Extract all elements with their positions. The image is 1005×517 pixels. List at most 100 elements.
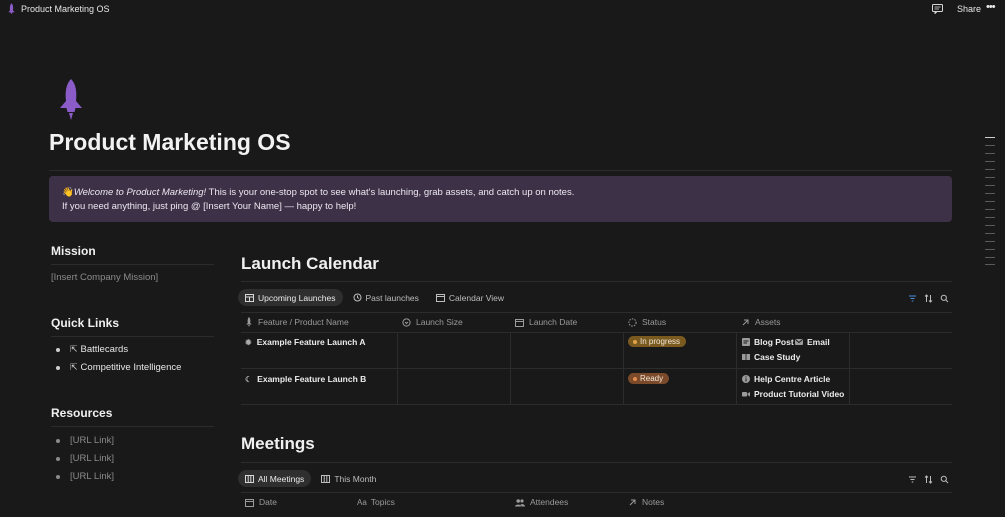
column-divider bbox=[397, 332, 398, 404]
column-label: Launch Size bbox=[416, 317, 463, 327]
search-icon[interactable] bbox=[940, 294, 949, 303]
column-header-launch-date[interactable]: Launch Date bbox=[515, 317, 577, 327]
tab-calendar-view[interactable]: Calendar View bbox=[429, 289, 511, 306]
asset-link[interactable]: Case Study bbox=[742, 352, 800, 362]
resource-link[interactable]: [URL Link] bbox=[56, 453, 114, 464]
row-name: Example Feature Launch B bbox=[257, 374, 367, 384]
asset-label: Case Study bbox=[754, 352, 801, 362]
rocket-icon[interactable] bbox=[57, 79, 85, 121]
quick-link-label: Battlecards bbox=[80, 344, 129, 355]
outline-scroll-rail[interactable] bbox=[985, 136, 995, 266]
table-rule bbox=[241, 312, 952, 313]
quick-link-competitive-intelligence[interactable]: ⇱ Competitive Intelligence bbox=[56, 362, 181, 373]
resource-link[interactable]: [URL Link] bbox=[56, 471, 114, 482]
moon-icon: ☾ bbox=[245, 374, 253, 384]
bullet bbox=[56, 474, 60, 479]
divider bbox=[241, 462, 952, 463]
quick-links-heading: Quick Links bbox=[51, 316, 120, 330]
more-options-button[interactable]: ••• bbox=[986, 1, 996, 13]
meetings-heading[interactable]: Meetings bbox=[241, 434, 315, 454]
bullet bbox=[56, 347, 60, 352]
page-title[interactable]: Product Marketing OS bbox=[49, 129, 291, 156]
document-icon bbox=[742, 338, 750, 346]
status-label: In progress bbox=[640, 337, 681, 346]
launch-toolbar bbox=[908, 294, 949, 303]
calendar-icon bbox=[515, 318, 524, 327]
divider bbox=[51, 264, 214, 265]
bullet bbox=[56, 365, 60, 370]
resource-link-label: [URL Link] bbox=[70, 453, 114, 464]
table-row[interactable]: ☾ Example Feature Launch B bbox=[245, 374, 366, 384]
filter-icon[interactable] bbox=[908, 475, 917, 484]
asset-label: Help Centre Article bbox=[754, 374, 831, 384]
meetings-toolbar bbox=[908, 475, 949, 484]
tab-past-launches[interactable]: Past launches bbox=[346, 289, 426, 306]
table-row[interactable]: ✹ Example Feature Launch A bbox=[245, 337, 366, 347]
asset-link[interactable]: Email bbox=[795, 337, 830, 347]
tab-this-month[interactable]: This Month bbox=[314, 470, 383, 487]
quick-link-label: Competitive Intelligence bbox=[80, 362, 182, 373]
sort-icon[interactable] bbox=[924, 294, 933, 303]
column-header-status[interactable]: Status bbox=[628, 317, 666, 327]
status-badge[interactable]: In progress bbox=[628, 336, 687, 347]
asset-link[interactable]: Help Centre Article bbox=[742, 374, 830, 384]
column-header-name[interactable]: Feature / Product Name bbox=[245, 317, 349, 327]
mission-text[interactable]: [Insert Company Mission] bbox=[51, 272, 158, 283]
calendar-icon bbox=[245, 498, 254, 507]
page-link-icon: ⇱ bbox=[70, 344, 78, 354]
table-rule bbox=[241, 404, 952, 405]
filter-icon[interactable] bbox=[908, 294, 917, 303]
column-header-topics[interactable]: Aa Topics bbox=[357, 497, 395, 507]
column-header-assets[interactable]: Assets bbox=[741, 317, 781, 327]
status-label: Ready bbox=[640, 374, 664, 383]
tab-label: Past launches bbox=[365, 292, 419, 303]
resource-link[interactable]: [URL Link] bbox=[56, 435, 114, 446]
column-header-date[interactable]: Date bbox=[245, 497, 277, 507]
select-icon bbox=[402, 317, 411, 327]
share-button[interactable]: Share bbox=[957, 4, 981, 14]
column-label: Date bbox=[259, 497, 277, 507]
table-rule bbox=[241, 368, 952, 369]
status-dot bbox=[633, 339, 637, 344]
column-divider bbox=[510, 332, 511, 404]
rocket-icon bbox=[246, 317, 252, 327]
asset-label: Product Tutorial Video bbox=[754, 389, 845, 399]
divider bbox=[51, 426, 214, 427]
text-property-icon: Aa bbox=[357, 497, 367, 507]
book-icon bbox=[742, 354, 750, 360]
launch-calendar-heading[interactable]: Launch Calendar bbox=[241, 254, 379, 274]
divider bbox=[51, 336, 214, 337]
column-header-notes[interactable]: Notes bbox=[628, 497, 664, 507]
column-label: Attendees bbox=[530, 497, 569, 507]
tab-label: Calendar View bbox=[448, 292, 505, 303]
comment-icon[interactable] bbox=[932, 4, 943, 14]
tab-label: All Meetings bbox=[258, 473, 305, 484]
column-header-launch-size[interactable]: Launch Size bbox=[402, 317, 463, 327]
column-header-attendees[interactable]: Attendees bbox=[515, 497, 568, 507]
asset-link[interactable]: Blog Post bbox=[742, 337, 794, 347]
status-dot bbox=[633, 376, 637, 381]
column-divider bbox=[849, 332, 850, 404]
tab-all-meetings[interactable]: All Meetings bbox=[238, 470, 312, 487]
tab-upcoming-launches[interactable]: Upcoming Launches bbox=[238, 289, 343, 306]
relation-arrow-icon bbox=[742, 319, 749, 325]
sort-icon[interactable] bbox=[924, 475, 933, 484]
asset-link[interactable]: Product Tutorial Video bbox=[742, 389, 844, 399]
quick-link-battlecards[interactable]: ⇱ Battlecards bbox=[56, 344, 128, 355]
callout-welcome: Welcome to Product Marketing! bbox=[73, 187, 207, 198]
launch-tabs: Upcoming Launches Past launches Calendar… bbox=[238, 289, 511, 306]
mail-icon bbox=[795, 339, 803, 345]
column-label: Launch Date bbox=[529, 317, 578, 327]
status-badge[interactable]: Ready bbox=[628, 373, 670, 384]
column-divider bbox=[736, 332, 737, 404]
board-icon bbox=[245, 474, 254, 483]
breadcrumb-title[interactable]: Product Marketing OS bbox=[21, 4, 110, 14]
welcome-callout[interactable]: 👋Welcome to Product Marketing! This is y… bbox=[49, 176, 952, 222]
search-icon[interactable] bbox=[940, 475, 949, 484]
resource-link-label: [URL Link] bbox=[70, 471, 114, 482]
meetings-tabs: All Meetings This Month bbox=[238, 470, 383, 487]
tab-label: Upcoming Launches bbox=[258, 292, 336, 303]
info-icon bbox=[742, 375, 750, 383]
wave-emoji: 👋 bbox=[62, 187, 74, 198]
column-divider bbox=[623, 332, 624, 404]
